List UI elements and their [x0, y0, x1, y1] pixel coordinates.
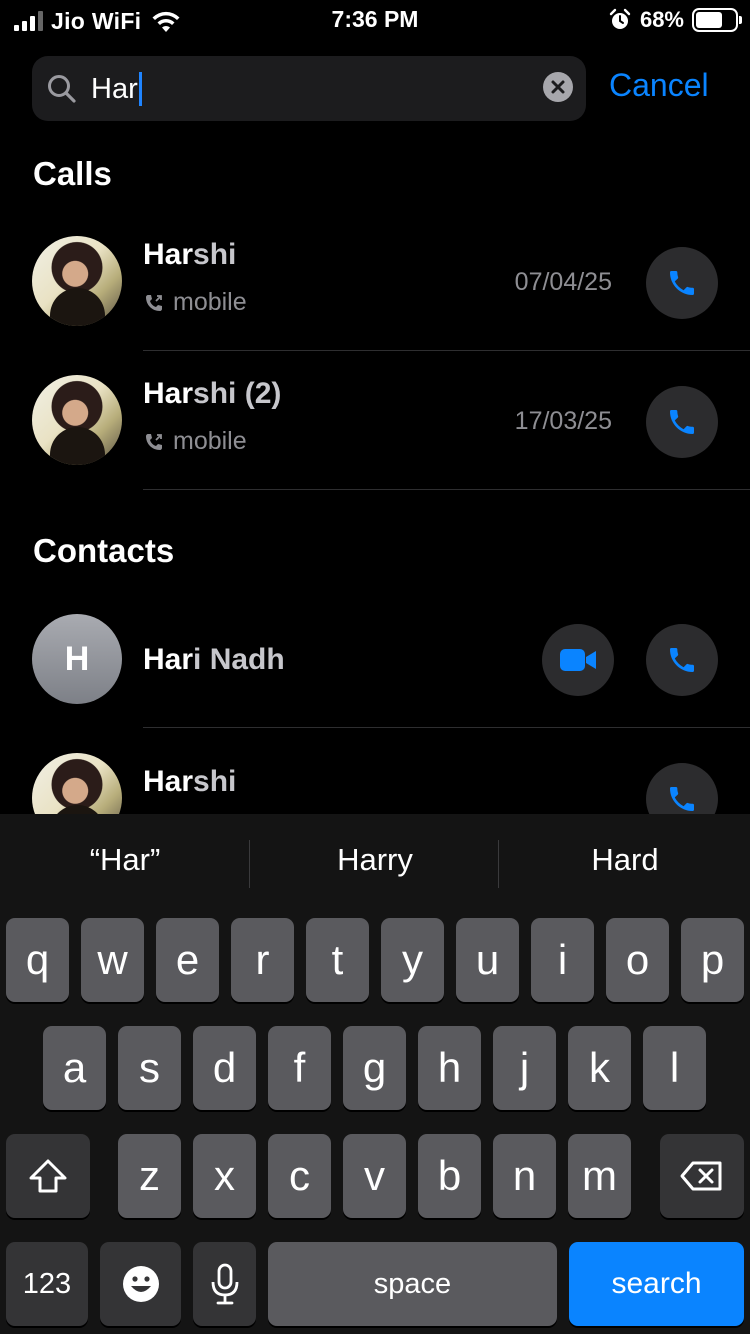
video-call-button[interactable] [542, 624, 614, 696]
key-d[interactable]: d [193, 1026, 256, 1110]
divider [498, 840, 499, 888]
phone-icon [670, 648, 694, 672]
key-y[interactable]: y [381, 918, 444, 1002]
clear-search-button[interactable] [543, 72, 573, 102]
video-camera-icon [560, 649, 596, 671]
calls-section-title: Calls [33, 155, 112, 192]
delete-key[interactable] [660, 1134, 744, 1218]
search-input[interactable]: Har [91, 73, 138, 105]
key-h[interactable]: h [418, 1026, 481, 1110]
space-key[interactable]: space [268, 1242, 557, 1326]
key-q[interactable]: q [6, 918, 69, 1002]
numbers-key[interactable]: 123 [6, 1242, 88, 1326]
emoji-icon [122, 1266, 159, 1302]
key-w[interactable]: w [81, 918, 144, 1002]
contact-name: Harshi [143, 765, 237, 798]
contacts-section-title: Contacts [33, 532, 175, 569]
phone-icon [670, 271, 694, 295]
avatar [32, 236, 122, 326]
search-field[interactable]: Har [32, 56, 586, 121]
close-icon [551, 80, 565, 94]
key-v[interactable]: v [343, 1134, 406, 1218]
call-date: 07/04/25 [514, 268, 612, 296]
suggestion-item[interactable]: “Har” [0, 842, 250, 878]
battery-percent: 68% [639, 7, 684, 32]
keyboard: “Har” Harry Hard q w e r t y u i o p a s… [0, 814, 750, 1334]
call-button[interactable] [646, 624, 718, 696]
key-u[interactable]: u [456, 918, 519, 1002]
phone-icon [670, 410, 694, 434]
key-j[interactable]: j [493, 1026, 556, 1110]
key-e[interactable]: e [156, 918, 219, 1002]
divider [143, 727, 750, 728]
microphone-icon [211, 1263, 238, 1305]
backspace-icon [680, 1161, 722, 1191]
avatar: H [32, 614, 122, 704]
contact-row[interactable]: H Hari Nadh [0, 590, 750, 729]
suggestion-item[interactable]: Hard [500, 842, 750, 878]
alarm-icon [609, 8, 631, 29]
contact-name: Hari Nadh [143, 643, 285, 676]
key-r[interactable]: r [231, 918, 294, 1002]
key-p[interactable]: p [681, 918, 744, 1002]
call-button[interactable] [646, 386, 718, 458]
contact-name: Harshi [143, 238, 237, 271]
key-o[interactable]: o [606, 918, 669, 1002]
divider [143, 489, 750, 490]
search-key[interactable]: search [569, 1242, 744, 1326]
call-row[interactable]: Harshi mobile 07/04/25 [0, 212, 750, 351]
outgoing-call-icon [146, 294, 162, 311]
key-n[interactable]: n [493, 1134, 556, 1218]
key-k[interactable]: k [568, 1026, 631, 1110]
outgoing-call-icon [146, 433, 162, 450]
call-button[interactable] [646, 247, 718, 319]
battery-fill [696, 12, 722, 28]
contact-name: Harshi (2) [143, 377, 282, 410]
shift-icon [29, 1159, 67, 1193]
key-f[interactable]: f [268, 1026, 331, 1110]
status-bar: Jio WiFi 7:36 PM 68% [0, 0, 750, 40]
call-type: mobile [143, 288, 247, 317]
dictation-key[interactable] [193, 1242, 256, 1326]
text-caret [138, 72, 142, 106]
call-date: 17/03/25 [514, 407, 612, 435]
phone-icon [670, 787, 694, 811]
shift-key[interactable] [6, 1134, 90, 1218]
avatar [32, 375, 122, 465]
key-l[interactable]: l [643, 1026, 706, 1110]
key-x[interactable]: x [193, 1134, 256, 1218]
emoji-key[interactable] [100, 1242, 181, 1326]
key-b[interactable]: b [418, 1134, 481, 1218]
battery-icon [692, 8, 742, 32]
call-row[interactable]: Harshi (2) mobile 17/03/25 [0, 351, 750, 490]
key-s[interactable]: s [118, 1026, 181, 1110]
cancel-button[interactable]: Cancel [609, 67, 709, 104]
key-t[interactable]: t [306, 918, 369, 1002]
suggestion-bar: “Har” Harry Hard [0, 814, 750, 914]
key-g[interactable]: g [343, 1026, 406, 1110]
call-type: mobile [143, 427, 247, 456]
key-c[interactable]: c [268, 1134, 331, 1218]
key-z[interactable]: z [118, 1134, 181, 1218]
key-m[interactable]: m [568, 1134, 631, 1218]
key-i[interactable]: i [531, 918, 594, 1002]
suggestion-item[interactable]: Harry [250, 842, 500, 878]
key-a[interactable]: a [43, 1026, 106, 1110]
search-icon [48, 75, 76, 103]
